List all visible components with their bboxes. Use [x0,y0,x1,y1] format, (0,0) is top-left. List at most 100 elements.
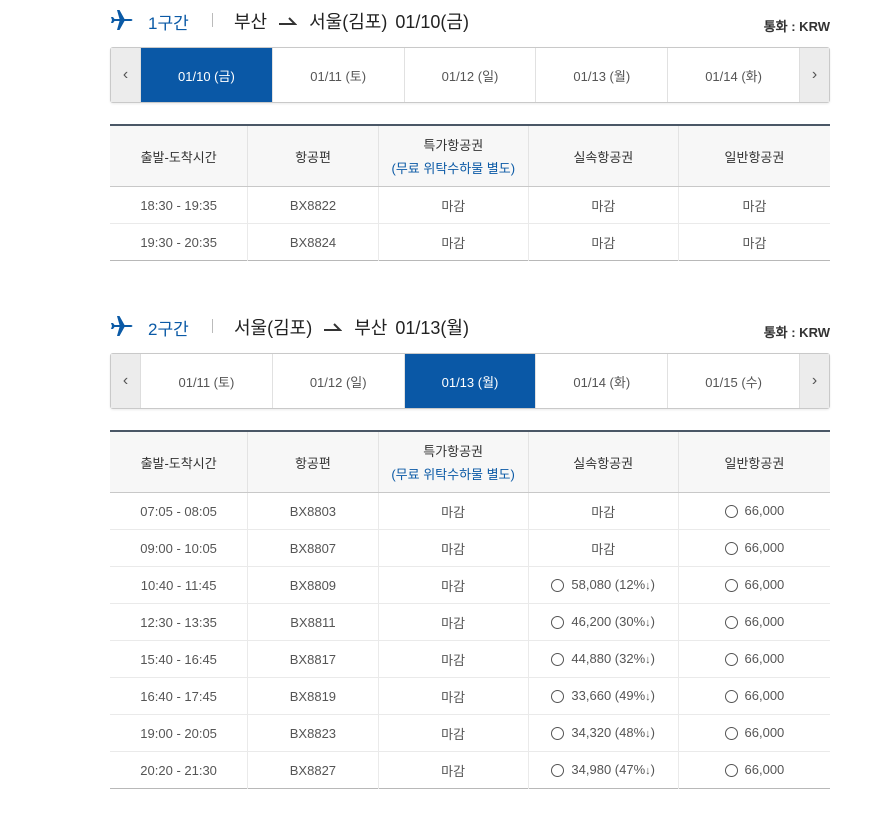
date-tab[interactable]: 01/15 (수) [668,354,799,408]
fare-cell-normal[interactable]: 66,000 [678,752,830,789]
fare-value: 마감 [591,198,616,214]
fare-value: 마감 [441,763,466,779]
header-time: 출발-도착시간 [110,431,249,493]
fare-radio[interactable] [551,726,565,740]
fare-value: 66,000 [744,688,785,704]
fare-value: 마감 [441,235,466,251]
fare-cell-special: 마감 [378,566,529,604]
fare-value: 마감 [441,615,466,631]
fare-radio[interactable] [551,763,565,777]
currency-label: 통화 : KRW [763,325,830,340]
fare-cell-discount[interactable]: 34,320 (48%↓) [528,714,679,752]
table-row: 10:40 - 11:45 BX8809 마감 58,080 (12%↓) 66,000 [110,566,830,604]
fare-cell-discount[interactable]: 46,200 (30%↓) [528,603,679,641]
departure-arrival-time: 12:30 - 13:35 [110,603,249,641]
date-tab[interactable]: 01/14 (화) [536,354,669,408]
prev-date-button[interactable]: ‹ [111,354,141,408]
chevron-left-icon: ‹ [122,66,129,83]
fare-radio[interactable] [551,689,565,703]
table-row: 12:30 - 13:35 BX8811 마감 46,200 (30%↓) 66,000 [110,603,830,641]
fare-cell-normal[interactable]: 66,000 [678,677,830,715]
currency-label: 통화 : KRW [763,19,830,34]
fare-radio[interactable] [724,541,738,555]
departure-arrival-time: 19:30 - 20:35 [110,223,249,261]
fare-value: 마감 [591,541,616,557]
fare-value: 46,200 (30% [571,614,646,630]
header-special: 특가항공권 (무료 위탁수하물 별도) [378,431,529,493]
fare-cell-normal[interactable]: 66,000 [678,566,830,604]
fare-cell-normal[interactable]: 66,000 [678,714,830,752]
date-selector: ‹ 01/10 (금) 01/11 (토) 01/12 (일) 01/13 (월… [110,47,830,103]
table-row: 18:30 - 19:35 BX8822 마감 마감 마감 [110,186,830,224]
route: 부산 서울(김포) 01/10(금) [234,8,469,34]
fare-cell-normal[interactable]: 66,000 [678,492,830,530]
table-header-row: 출발-도착시간 항공편 특가항공권 (무료 위탁수하물 별도) 실속항공권 일반항… [110,125,830,187]
flight-table-body: 07:05 - 08:05 BX8803 마감 마감 66,000 09:00 - 10:… [110,492,830,789]
divider [212,13,213,27]
header-special-note: (무료 위탁수하물 별도) [391,161,516,176]
fare-value: 마감 [742,198,767,214]
date-tab[interactable]: 01/13 (월) [404,354,537,408]
prev-date-button[interactable]: ‹ [111,48,141,102]
flight-number: BX8827 [247,751,379,789]
fare-cell-discount[interactable]: 34,980 (47%↓) [528,751,679,789]
segment-2: 2구간 서울(김포) 부산 01/13(월) 통화 : KRW ‹ 01/11 … [110,311,830,789]
date-tab[interactable]: 01/10 (금) [141,48,273,102]
fare-value: 66,000 [744,614,785,630]
fare-cell-special: 마감 [378,714,529,752]
fare-radio[interactable] [551,578,565,592]
fare-value: 66,000 [744,577,785,593]
close-paren: ) [650,762,655,778]
flight-number: BX8807 [247,529,379,567]
fare-radio[interactable] [724,763,738,777]
fare-cell-discount: 마감 [528,223,679,261]
fare-value: 44,880 (32% [571,651,646,667]
date-tab[interactable]: 01/13 (월) [536,48,669,102]
departure-arrival-time: 19:00 - 20:05 [110,714,249,752]
fare-radio[interactable] [724,615,738,629]
fare-radio[interactable] [724,578,738,592]
date-tab[interactable]: 01/12 (일) [273,354,405,408]
date-tab[interactable]: 01/11 (토) [141,354,273,408]
next-date-button[interactable]: › [799,48,829,102]
fare-cell-discount[interactable]: 44,880 (32%↓) [528,640,679,678]
chevron-right-icon: › [811,66,818,83]
fare-cell-discount[interactable]: 58,080 (12%↓) [528,566,679,604]
close-paren: ) [650,688,655,704]
next-date-button[interactable]: › [799,354,829,408]
header-special-note: (무료 위탁수하물 별도) [391,467,515,482]
fare-radio[interactable] [724,504,738,518]
fare-radio[interactable] [724,689,738,703]
flight-number: BX8822 [247,186,379,224]
fare-value: 66,000 [744,503,785,519]
fare-value: 34,980 (47% [571,762,646,778]
fare-radio[interactable] [724,652,738,666]
fare-value: 마감 [441,504,466,520]
header-normal: 일반항공권 [678,431,830,493]
date-tab[interactable]: 01/14 (화) [668,48,799,102]
segment-label: 2구간 [148,320,189,339]
table-row: 16:40 - 17:45 BX8819 마감 33,660 (49%↓) 66,000 [110,677,830,715]
header-special-label: 특가항공권 [423,138,484,153]
fare-value: 마감 [591,504,616,520]
fare-cell-normal[interactable]: 66,000 [678,529,830,567]
departure-arrival-time: 10:40 - 11:45 [110,566,249,604]
segment-header: 2구간 서울(김포) 부산 01/13(월) 통화 : KRW [110,311,830,351]
fare-radio[interactable] [724,726,738,740]
date-tab[interactable]: 01/12 (일) [405,48,537,102]
fare-cell-discount: 마감 [528,186,679,224]
fare-cell-special: 마감 [378,529,529,567]
fare-cell-special: 마감 [378,492,529,530]
fare-cell-normal[interactable]: 66,000 [678,603,830,641]
fare-radio[interactable] [551,652,565,666]
fare-value: 마감 [441,726,466,742]
fare-value: 33,660 (49% [571,688,646,704]
fare-radio[interactable] [551,615,565,629]
table-row: 19:00 - 20:05 BX8823 마감 34,320 (48%↓) 66,000 [110,714,830,752]
fare-cell-normal[interactable]: 66,000 [678,640,830,678]
date-tab[interactable]: 01/11 (토) [273,48,405,102]
header-special-label: 특가항공권 [423,444,483,459]
header-time: 출발-도착시간 [110,125,249,187]
date-tabs: 01/10 (금) 01/11 (토) 01/12 (일) 01/13 (월) … [141,48,799,102]
fare-cell-discount[interactable]: 33,660 (49%↓) [528,677,679,715]
